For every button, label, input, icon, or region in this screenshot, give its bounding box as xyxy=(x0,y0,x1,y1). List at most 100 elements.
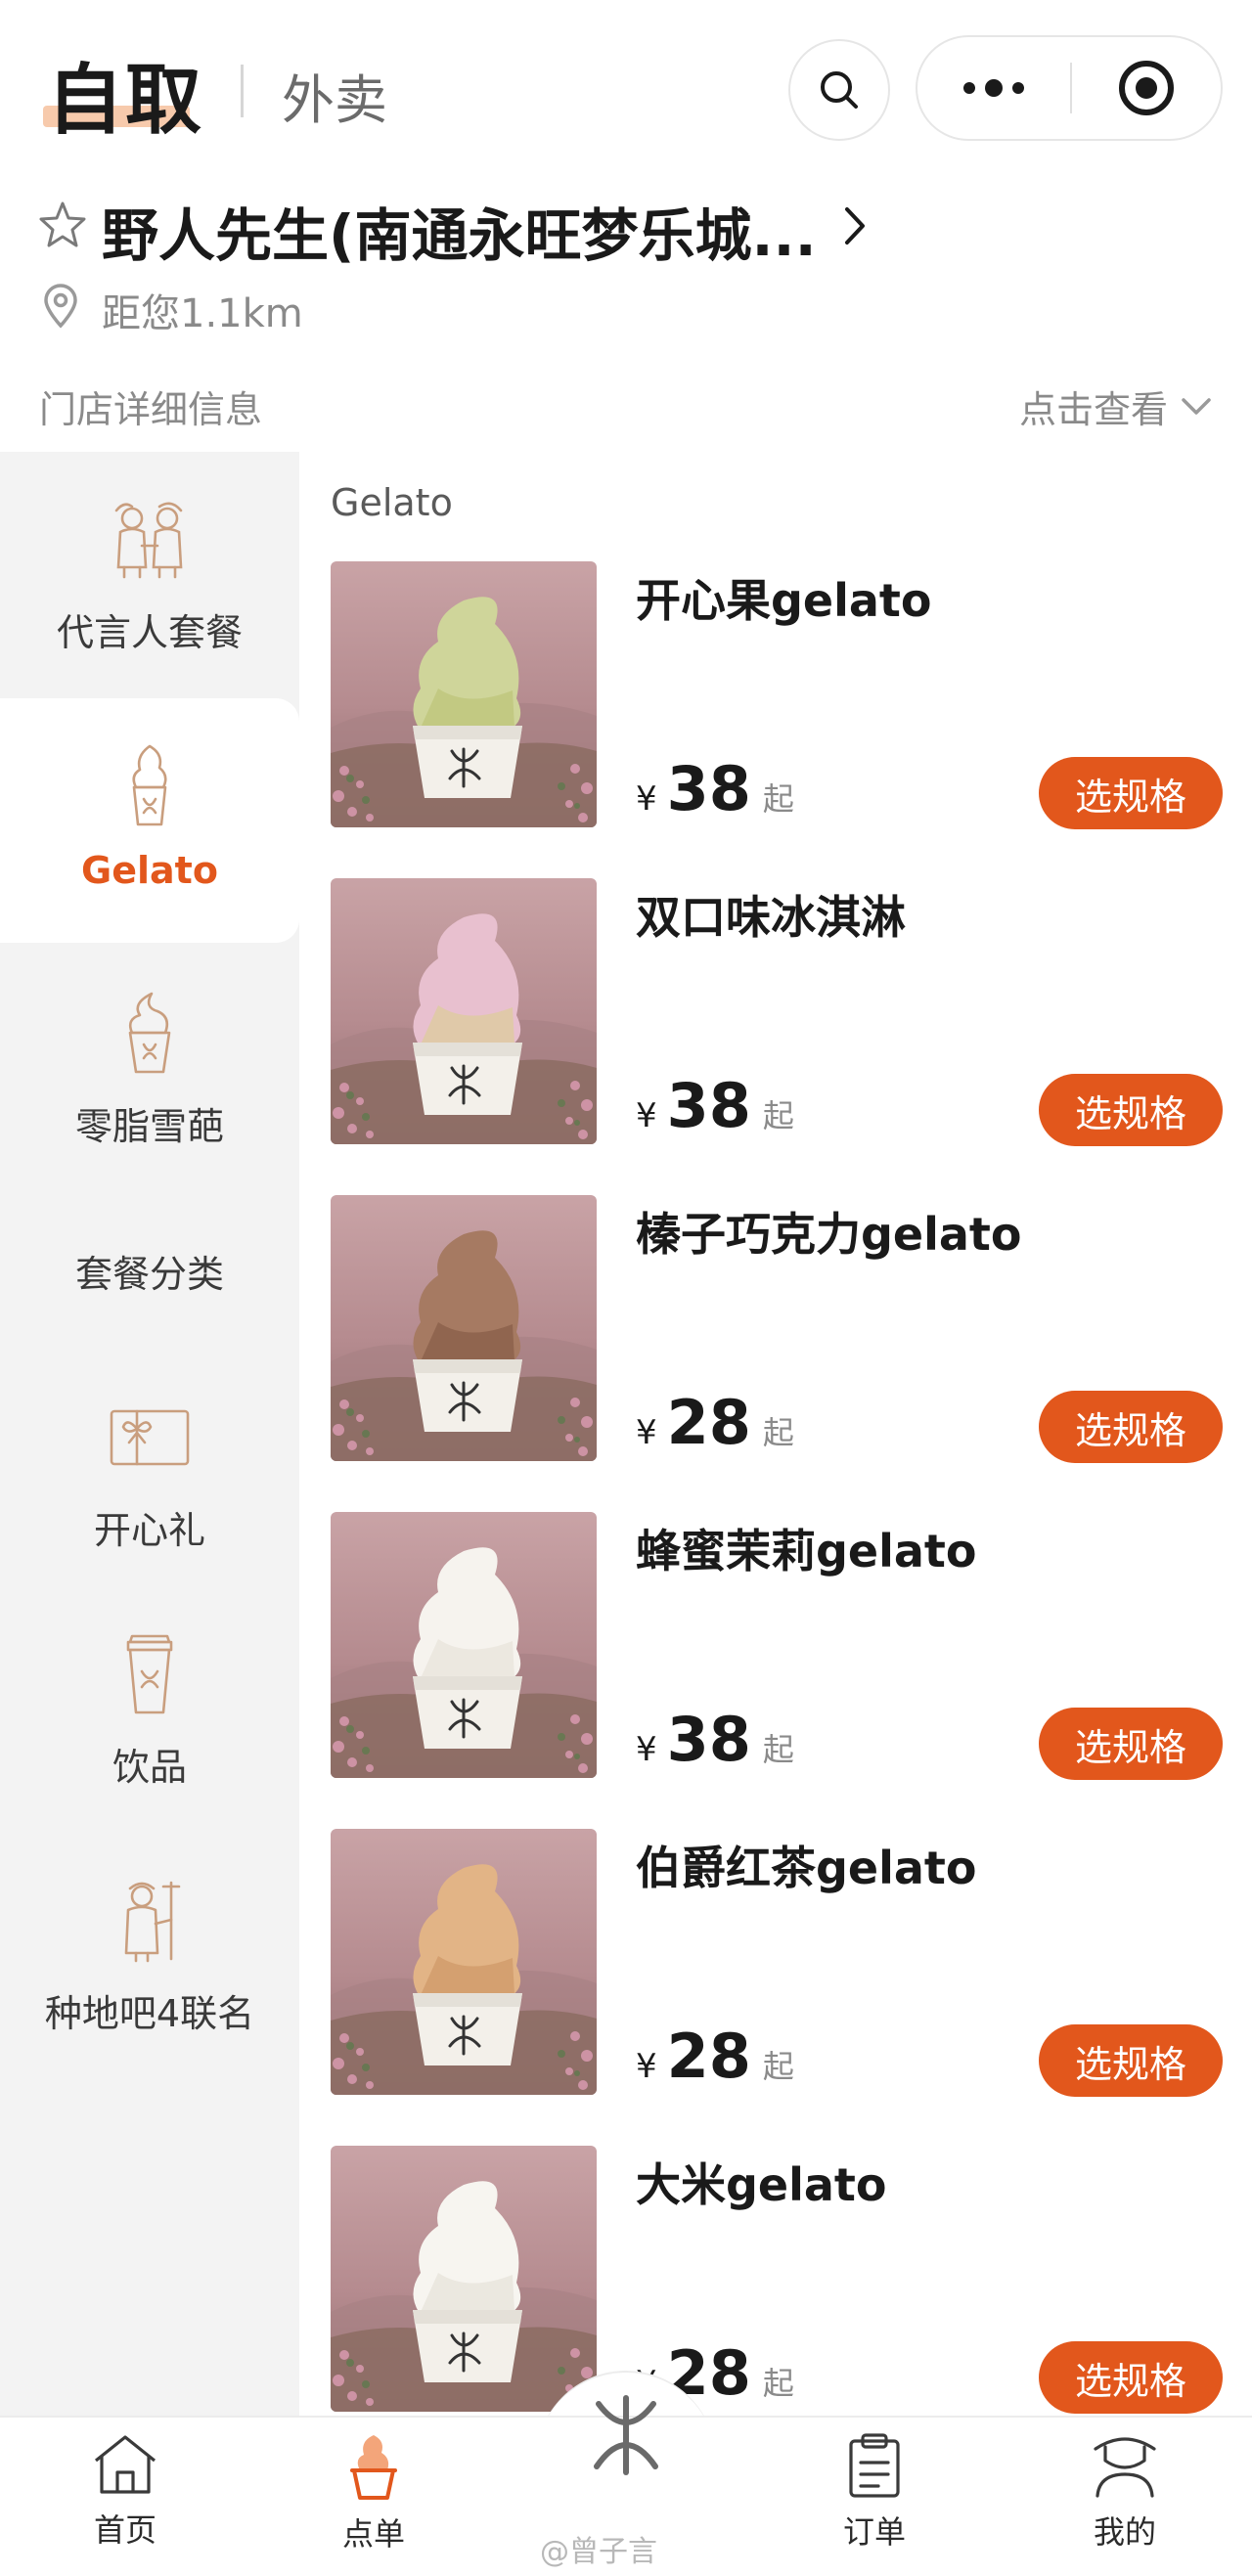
price-value: 28 xyxy=(666,1387,751,1458)
store-distance: 距您1.1km xyxy=(102,291,303,336)
price-suffix: 起 xyxy=(762,2048,794,2085)
product-name: 蜂蜜茉莉gelato xyxy=(636,1525,977,1577)
store-info: 野人先生(南通永旺梦乐城... 距您1.1km 门店详细信息 点击查看 xyxy=(0,186,1252,450)
currency-symbol: ¥ xyxy=(636,779,657,819)
product-card[interactable]: 蜂蜜茉莉gelato ¥ 38 起 选规格 xyxy=(331,1512,1223,1780)
top-bar: 自取 外卖 xyxy=(0,0,1252,186)
sidebar-item-label: 零脂雪葩 xyxy=(74,1105,224,1148)
brand-logo-button[interactable] xyxy=(573,2382,679,2488)
sidebar-item-gift[interactable]: 开心礼 xyxy=(0,1389,299,1554)
select-spec-button[interactable]: 选规格 xyxy=(1039,1074,1223,1146)
mini-program-capsule xyxy=(916,35,1223,141)
view-details-label: 点击查看 xyxy=(1018,388,1168,431)
gift-card-icon xyxy=(101,1389,199,1487)
sidebar-item-spokesperson-set[interactable]: 代言人套餐 xyxy=(0,491,299,656)
sidebar-item-set-category[interactable]: 套餐分类 xyxy=(0,1244,299,1298)
product-image[interactable] xyxy=(331,561,597,827)
tab-label: 首页 xyxy=(93,2511,156,2549)
select-spec-button[interactable]: 选规格 xyxy=(1039,1708,1223,1780)
product-image[interactable] xyxy=(331,1829,597,2095)
drink-cup-icon xyxy=(101,1625,199,1723)
sidebar-item-label: 种地吧4联名 xyxy=(44,1992,255,2035)
sidebar-item-label: 饮品 xyxy=(112,1746,187,1789)
select-spec-button[interactable]: 选规格 xyxy=(1039,2024,1223,2097)
tab-label: 我的 xyxy=(1093,2513,1156,2551)
product-price: ¥ 28 起 xyxy=(636,2021,794,2092)
favorite-star-icon[interactable] xyxy=(37,200,88,250)
product-name: 双口味冰淇淋 xyxy=(636,891,906,944)
tab-home[interactable]: 首页 xyxy=(47,2431,203,2551)
product-card[interactable]: 伯爵红茶gelato ¥ 28 起 选规格 xyxy=(331,1829,1223,2097)
store-name[interactable]: 野人先生(南通永旺梦乐城... xyxy=(102,190,817,272)
brand-logo-icon xyxy=(594,2395,658,2475)
product-image[interactable] xyxy=(331,1512,597,1778)
sidebar-item-label: 代言人套餐 xyxy=(56,611,243,654)
currency-symbol: ¥ xyxy=(636,2047,657,2086)
more-button[interactable] xyxy=(917,37,1070,139)
search-button[interactable] xyxy=(788,39,890,141)
order-ice-cream-icon xyxy=(350,2435,397,2500)
more-dots-icon xyxy=(963,79,1024,97)
sidebar-item-label: Gelato xyxy=(81,849,218,892)
category-sidebar: 代言人套餐 Gelato 零脂雪葩 套餐分类 开心礼 饮品 种地吧4联名 xyxy=(0,452,299,2418)
section-title: Gelato xyxy=(331,481,453,524)
select-spec-button[interactable]: 选规格 xyxy=(1039,2341,1223,2414)
close-mini-program-button[interactable] xyxy=(1072,37,1221,139)
product-image[interactable] xyxy=(331,878,597,1144)
clipboard-icon xyxy=(849,2433,900,2498)
price-suffix: 起 xyxy=(762,780,794,818)
product-name: 大米gelato xyxy=(636,2158,887,2211)
product-name: 开心果gelato xyxy=(636,574,932,627)
product-price: ¥ 38 起 xyxy=(636,753,794,824)
product-name: 伯爵红茶gelato xyxy=(636,1842,977,1894)
product-price: ¥ 38 起 xyxy=(636,1070,794,1141)
sidebar-item-label: 开心礼 xyxy=(93,1509,205,1552)
mascots-icon xyxy=(101,491,199,589)
tab-order[interactable]: 点单 xyxy=(295,2431,452,2554)
price-value: 38 xyxy=(666,1070,751,1141)
select-spec-button[interactable]: 选规格 xyxy=(1039,757,1223,829)
tab-profile[interactable]: 我的 xyxy=(1047,2431,1203,2553)
sidebar-item-label: 套餐分类 xyxy=(74,1253,224,1296)
product-name: 榛子巧克力gelato xyxy=(636,1208,1022,1261)
price-value: 38 xyxy=(666,1704,751,1775)
chevron-right-icon[interactable] xyxy=(837,203,872,248)
price-value: 28 xyxy=(666,2021,751,2092)
store-detail-label: 门店详细信息 xyxy=(39,388,263,431)
product-price: ¥ 28 起 xyxy=(636,1387,794,1458)
price-suffix: 起 xyxy=(762,2365,794,2402)
price-suffix: 起 xyxy=(762,1731,794,1768)
product-card[interactable]: 榛子巧克力gelato ¥ 28 起 选规格 xyxy=(331,1195,1223,1463)
currency-symbol: ¥ xyxy=(636,1730,657,1769)
sidebar-item-sorbet[interactable]: 零脂雪葩 xyxy=(0,985,299,1150)
currency-symbol: ¥ xyxy=(636,1096,657,1135)
search-icon xyxy=(821,71,858,109)
view-details-link[interactable]: 点击查看 xyxy=(1019,379,1213,433)
sorbet-icon xyxy=(101,985,199,1083)
price-suffix: 起 xyxy=(762,1414,794,1451)
chevron-down-icon xyxy=(1182,397,1211,415)
home-icon xyxy=(95,2435,156,2494)
sidebar-item-collab[interactable]: 种地吧4联名 xyxy=(0,1872,299,2037)
product-price: ¥ 38 起 xyxy=(636,1704,794,1775)
tab-delivery[interactable]: 外卖 xyxy=(282,57,387,134)
price-value: 38 xyxy=(666,753,751,824)
currency-symbol: ¥ xyxy=(636,1413,657,1452)
sidebar-item-gelato[interactable]: Gelato xyxy=(0,698,299,943)
product-card[interactable]: 大米gelato ¥ 28 起 选规格 xyxy=(331,2146,1223,2414)
tab-orders[interactable]: 订单 xyxy=(796,2431,953,2553)
select-spec-button[interactable]: 选规格 xyxy=(1039,1391,1223,1463)
tab-pickup[interactable]: 自取 xyxy=(47,39,203,149)
target-circle-icon xyxy=(1119,61,1174,115)
product-image[interactable] xyxy=(331,2146,597,2412)
watermark: @曾子言 xyxy=(540,2535,657,2569)
sidebar-item-drinks[interactable]: 饮品 xyxy=(0,1625,299,1791)
product-card[interactable]: 开心果gelato ¥ 38 起 选规格 xyxy=(331,561,1223,829)
location-pin-icon xyxy=(44,284,77,329)
price-suffix: 起 xyxy=(762,1097,794,1134)
profile-icon xyxy=(1094,2437,1156,2498)
tab-label: 点单 xyxy=(341,2515,405,2553)
ice-cream-cup-icon xyxy=(101,737,199,835)
product-card[interactable]: 双口味冰淇淋 ¥ 38 起 选规格 xyxy=(331,878,1223,1146)
product-image[interactable] xyxy=(331,1195,597,1461)
